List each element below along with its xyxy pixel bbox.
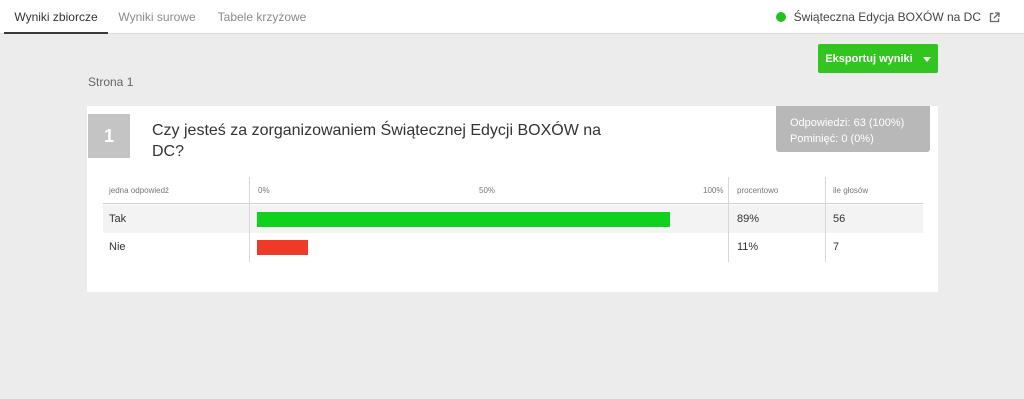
caret-down-icon [922, 57, 931, 62]
answer-percent: 89% [737, 213, 760, 225]
header-answer: jedna odpowiedź [109, 185, 170, 195]
skipped-count: Pominięć: 0 (0%) [790, 133, 874, 145]
answer-bar-tak [257, 212, 670, 227]
scale-tick-0: 0% [258, 186, 270, 195]
scale-tick-50: 50% [479, 186, 496, 195]
header-votes: ile głosów [833, 185, 869, 195]
column-divider [249, 177, 250, 262]
question-card: 1 Czy jesteś za zorganizowaniem Świątecz… [87, 106, 938, 292]
answer-bar-nie [257, 240, 308, 255]
response-stats: Odpowiedzi: 63 (100%) Pominięć: 0 (0%) [776, 106, 930, 152]
export-button-label: Eksportuj wyniki [825, 52, 913, 65]
answer-label: Tak [109, 213, 127, 225]
top-nav-bar: Wyniki zbiorcze Wyniki surowe Tabele krz… [0, 0, 1024, 34]
answer-votes: 56 [833, 213, 846, 225]
scale-tick-100: 100% [703, 186, 724, 195]
survey-link[interactable]: Świąteczna Edycja BOXÓW na DC [775, 0, 1000, 34]
export-results-button[interactable]: Eksportuj wyniki [818, 44, 938, 73]
external-link-icon[interactable] [989, 11, 1000, 23]
tab-raw-results[interactable]: Wyniki surowe [108, 0, 206, 34]
header-percent: procentowo [737, 185, 779, 195]
status-dot [775, 12, 786, 22]
table-row: Nie 11% 7 [103, 233, 923, 261]
answered-count: Odpowiedzi: 63 (100%) [790, 117, 905, 129]
survey-title: Świąteczna Edycja BOXÓW na DC [793, 10, 981, 24]
page-label: Strona 1 [88, 75, 134, 89]
tab-cross-tables[interactable]: Tabele krzyżowe [206, 0, 318, 34]
table-row: Tak 89% 56 [103, 205, 923, 233]
tab-summary-results[interactable]: Wyniki zbiorcze [4, 0, 108, 34]
answer-votes: 7 [833, 241, 840, 253]
column-divider [728, 177, 729, 262]
answer-percent: 11% [737, 241, 759, 253]
table-header: jedna odpowiedź 0% 50% 100% procentowo i… [103, 177, 923, 204]
answer-label: Nie [109, 241, 126, 253]
column-divider [825, 177, 826, 262]
question-number: 1 [88, 114, 130, 158]
question-text: Czy jesteś za zorganizowaniem Świąteczne… [152, 122, 602, 160]
